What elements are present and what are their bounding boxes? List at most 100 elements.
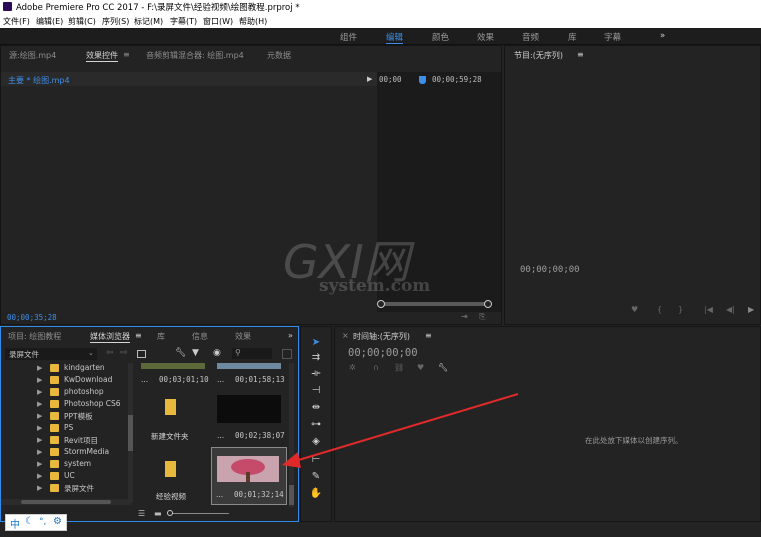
icon-view-icon[interactable]: ▬: [154, 509, 162, 518]
tree-item[interactable]: ▶ KwDownload: [1, 375, 126, 387]
workspace-audio[interactable]: 音频: [522, 31, 539, 43]
out-point-icon[interactable]: }: [678, 305, 683, 314]
tree-item[interactable]: ▶ Photoshop CS6: [1, 399, 126, 411]
timeline-timecode[interactable]: 00;00;00;00: [348, 347, 418, 359]
moon-icon[interactable]: ☾: [25, 516, 34, 527]
workspace-assembly[interactable]: 组件: [340, 31, 357, 43]
selection-tool-icon[interactable]: ➤: [309, 336, 323, 350]
scrollbar-handle-right[interactable]: [484, 300, 492, 308]
tree-item[interactable]: ▶ UC: [1, 471, 126, 483]
workspace-overflow[interactable]: »: [660, 31, 665, 41]
chevron-right-icon[interactable]: ▶: [37, 376, 42, 384]
tab-media-browser[interactable]: 媒体浏览器: [90, 331, 130, 343]
list-view-icon[interactable]: ☰: [138, 509, 145, 518]
timeline-menu-icon[interactable]: ≡: [425, 331, 432, 340]
tree-item[interactable]: ▶ kindgarten: [1, 363, 126, 375]
tab-effects[interactable]: 效果: [235, 331, 251, 342]
snap-icon[interactable]: ∩: [373, 363, 379, 372]
tree-scrollbar[interactable]: [128, 363, 133, 503]
tree-item[interactable]: ▶ 录屏文件: [1, 483, 126, 495]
location-dropdown[interactable]: 录屏文件 ⌄: [5, 348, 97, 360]
menu-title[interactable]: 字幕(T): [170, 16, 197, 27]
chevron-right-icon[interactable]: ▶: [37, 424, 42, 432]
chevron-right-icon[interactable]: ▶: [37, 472, 42, 480]
playhead-icon[interactable]: [419, 76, 426, 84]
tree-item[interactable]: ▶ photoshop: [1, 387, 126, 399]
media-browser-menu-icon[interactable]: ≡: [135, 331, 142, 340]
program-timecode[interactable]: 00;00;00;00: [520, 265, 580, 275]
in-point-icon[interactable]: {: [657, 305, 662, 314]
chevron-right-icon[interactable]: ▶: [37, 400, 42, 408]
chevron-right-icon[interactable]: ▶: [37, 364, 42, 372]
tab-effect-controls[interactable]: 效果控件: [86, 50, 118, 62]
tabs-overflow[interactable]: »: [288, 331, 293, 340]
ime-language[interactable]: 中: [10, 516, 20, 531]
workspace-color[interactable]: 颜色: [432, 31, 449, 43]
step-back-icon[interactable]: ◀|: [726, 305, 735, 314]
tab-info[interactable]: 信息: [192, 331, 208, 342]
ingest-checkbox[interactable]: [137, 350, 146, 358]
current-timecode[interactable]: 00;00;35;28: [7, 313, 57, 322]
panel-menu-icon[interactable]: ≡: [123, 50, 130, 59]
workspace-editing[interactable]: 编辑: [386, 31, 404, 44]
punctuation-icon[interactable]: °,: [39, 517, 46, 527]
tree-item[interactable]: ▶ StormMedia: [1, 447, 126, 459]
tab-audio-clip-mixer[interactable]: 音频剪辑混合器: 绘图.mp4: [146, 50, 244, 61]
tab-libraries[interactable]: 库: [157, 331, 165, 342]
new-bin-icon[interactable]: [282, 349, 292, 359]
timeline-wrench-icon[interactable]: 🔧︎: [438, 363, 448, 372]
chevron-right-icon[interactable]: ▶: [37, 448, 42, 456]
filter-funnel-icon[interactable]: ▼: [192, 348, 199, 358]
eye-icon[interactable]: ◉: [213, 348, 221, 358]
program-menu-icon[interactable]: ≡: [577, 50, 584, 59]
folder-thumbnail[interactable]: 经验视频: [135, 449, 211, 505]
chevron-right-icon[interactable]: ▶: [37, 484, 42, 492]
menu-sequence[interactable]: 序列(S): [102, 16, 129, 27]
hand-tool-icon[interactable]: ✋: [309, 487, 323, 501]
go-to-in-icon[interactable]: |◀: [704, 305, 713, 314]
menu-edit[interactable]: 编辑(E): [36, 16, 63, 27]
track-select-tool-icon[interactable]: ⇉: [309, 351, 323, 365]
menu-window[interactable]: 窗口(W): [203, 16, 233, 27]
folder-icon: [50, 376, 59, 384]
workspace-libraries[interactable]: 库: [568, 31, 577, 43]
menu-clip[interactable]: 剪辑(C): [68, 16, 96, 27]
tree-item[interactable]: ▶ PS: [1, 423, 126, 435]
filter-icon[interactable]: ⇥: [461, 312, 468, 321]
folder-thumbnail[interactable]: 新建文件夹: [135, 393, 211, 445]
export-icon[interactable]: ⎘: [479, 312, 485, 322]
premiere-logo-icon: [3, 2, 12, 11]
tab-metadata[interactable]: 元数据: [267, 50, 291, 61]
chevron-right-icon[interactable]: ▶: [37, 388, 42, 396]
search-input[interactable]: ⚲: [232, 348, 272, 359]
chevron-right-icon[interactable]: ▶: [37, 412, 42, 420]
forward-arrow-icon[interactable]: ⇨: [120, 348, 128, 358]
add-marker-icon[interactable]: ♥: [417, 363, 424, 372]
tree-item[interactable]: ▶ Revit项目: [1, 435, 126, 447]
chevron-right-icon[interactable]: ▶: [37, 436, 42, 444]
menu-help[interactable]: 帮助(H): [239, 16, 267, 27]
tree-item[interactable]: ▶ PPT模板: [1, 411, 126, 423]
chevron-right-icon[interactable]: ▶: [37, 460, 42, 468]
tab-source[interactable]: 源:绘图.mp4: [9, 50, 56, 61]
play-triangle-icon[interactable]: ▶: [367, 75, 372, 83]
workspace-effects[interactable]: 效果: [477, 31, 494, 43]
nest-icon[interactable]: ✲: [349, 363, 356, 372]
workspace-titles[interactable]: 字幕: [604, 31, 621, 43]
play-icon[interactable]: ▶: [748, 305, 754, 314]
linked-selection-icon[interactable]: ⛓: [394, 363, 404, 372]
tree-horizontal-scrollbar[interactable]: [1, 499, 131, 505]
settings-gear-icon[interactable]: ⚙: [53, 516, 62, 527]
slider-handle[interactable]: [167, 510, 173, 516]
media-thumbnail[interactable]: ... 00;03;01;10: [135, 363, 211, 387]
menu-file[interactable]: 文件(F): [3, 16, 30, 27]
menu-marker[interactable]: 标记(M): [134, 16, 163, 27]
thumbnail-size-slider[interactable]: [171, 513, 229, 514]
marker-icon[interactable]: ♥: [631, 305, 638, 314]
tree-item[interactable]: ▶ system: [1, 459, 126, 471]
wrench-icon[interactable]: 🔧︎: [175, 348, 186, 358]
ripple-edit-tool-icon[interactable]: ⟛: [309, 367, 323, 381]
back-arrow-icon[interactable]: ⇦: [106, 348, 114, 358]
tab-project[interactable]: 项目: 绘图教程: [8, 331, 61, 342]
close-icon[interactable]: ×: [342, 331, 349, 340]
